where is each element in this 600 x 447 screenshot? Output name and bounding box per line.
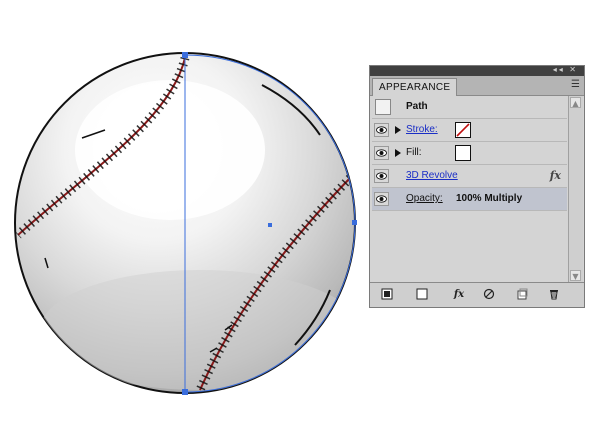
appearance-list: Path Stroke: Fill: 3D Revolve fx Opacity…	[372, 96, 567, 282]
appearance-panel: ◂◂ ✕ APPEARANCE ☰ Path Stroke: Fill: 3D …	[369, 65, 585, 308]
row-fill[interactable]: Fill:	[372, 142, 567, 165]
clear-appearance-icon[interactable]	[415, 288, 429, 301]
visibility-eye-icon[interactable]	[374, 169, 389, 183]
panel-bottom-toolbar: fx	[370, 282, 584, 307]
duplicate-item-icon[interactable]	[515, 288, 529, 301]
row-path[interactable]: Path	[372, 96, 567, 119]
anchor-point-top[interactable]	[182, 52, 188, 58]
baseball-artwork	[14, 52, 357, 395]
expand-triangle-icon[interactable]	[395, 149, 401, 157]
expand-triangle-icon[interactable]	[395, 126, 401, 134]
path-thumbnail-icon	[375, 99, 391, 115]
panel-tab-row: APPEARANCE ☰	[370, 76, 584, 96]
row-fill-label: Fill:	[406, 147, 422, 158]
fx-icon[interactable]: fx	[550, 169, 561, 182]
row-opacity[interactable]: Opacity: 100% Multiply	[372, 188, 567, 211]
tab-appearance[interactable]: APPEARANCE	[372, 78, 458, 96]
visibility-eye-icon[interactable]	[374, 123, 389, 137]
center-point[interactable]	[268, 223, 272, 227]
anchor-point-right[interactable]	[352, 220, 357, 225]
fill-white-swatch[interactable]	[455, 145, 471, 161]
scroll-down-icon[interactable]: ▼	[570, 270, 581, 281]
panel-scrollbar[interactable]: ▲ ▼	[568, 96, 583, 282]
row-3d-revolve[interactable]: 3D Revolve fx	[372, 165, 567, 188]
fx-menu-icon[interactable]: fx	[448, 288, 470, 301]
panel-title-bar[interactable]: ◂◂ ✕	[370, 65, 584, 76]
row-stroke[interactable]: Stroke:	[372, 119, 567, 142]
row-stroke-label[interactable]: Stroke:	[406, 124, 438, 135]
row-opacity-value: 100% Multiply	[456, 193, 523, 204]
row-3d-revolve-label[interactable]: 3D Revolve	[406, 170, 458, 181]
new-art-basic-icon[interactable]	[380, 288, 394, 301]
no-icon[interactable]	[482, 288, 496, 301]
anchor-point-bottom[interactable]	[182, 389, 188, 395]
stroke-none-swatch[interactable]	[455, 122, 471, 138]
visibility-eye-icon[interactable]	[374, 192, 389, 206]
panel-collapse-close-buttons[interactable]: ◂◂ ✕	[553, 65, 578, 74]
visibility-eye-icon[interactable]	[374, 146, 389, 160]
trash-icon[interactable]	[547, 288, 561, 301]
scroll-up-icon[interactable]: ▲	[570, 97, 581, 108]
row-opacity-label[interactable]: Opacity:	[406, 193, 443, 204]
panel-menu-icon[interactable]: ☰	[571, 80, 580, 90]
row-path-label: Path	[406, 101, 428, 112]
